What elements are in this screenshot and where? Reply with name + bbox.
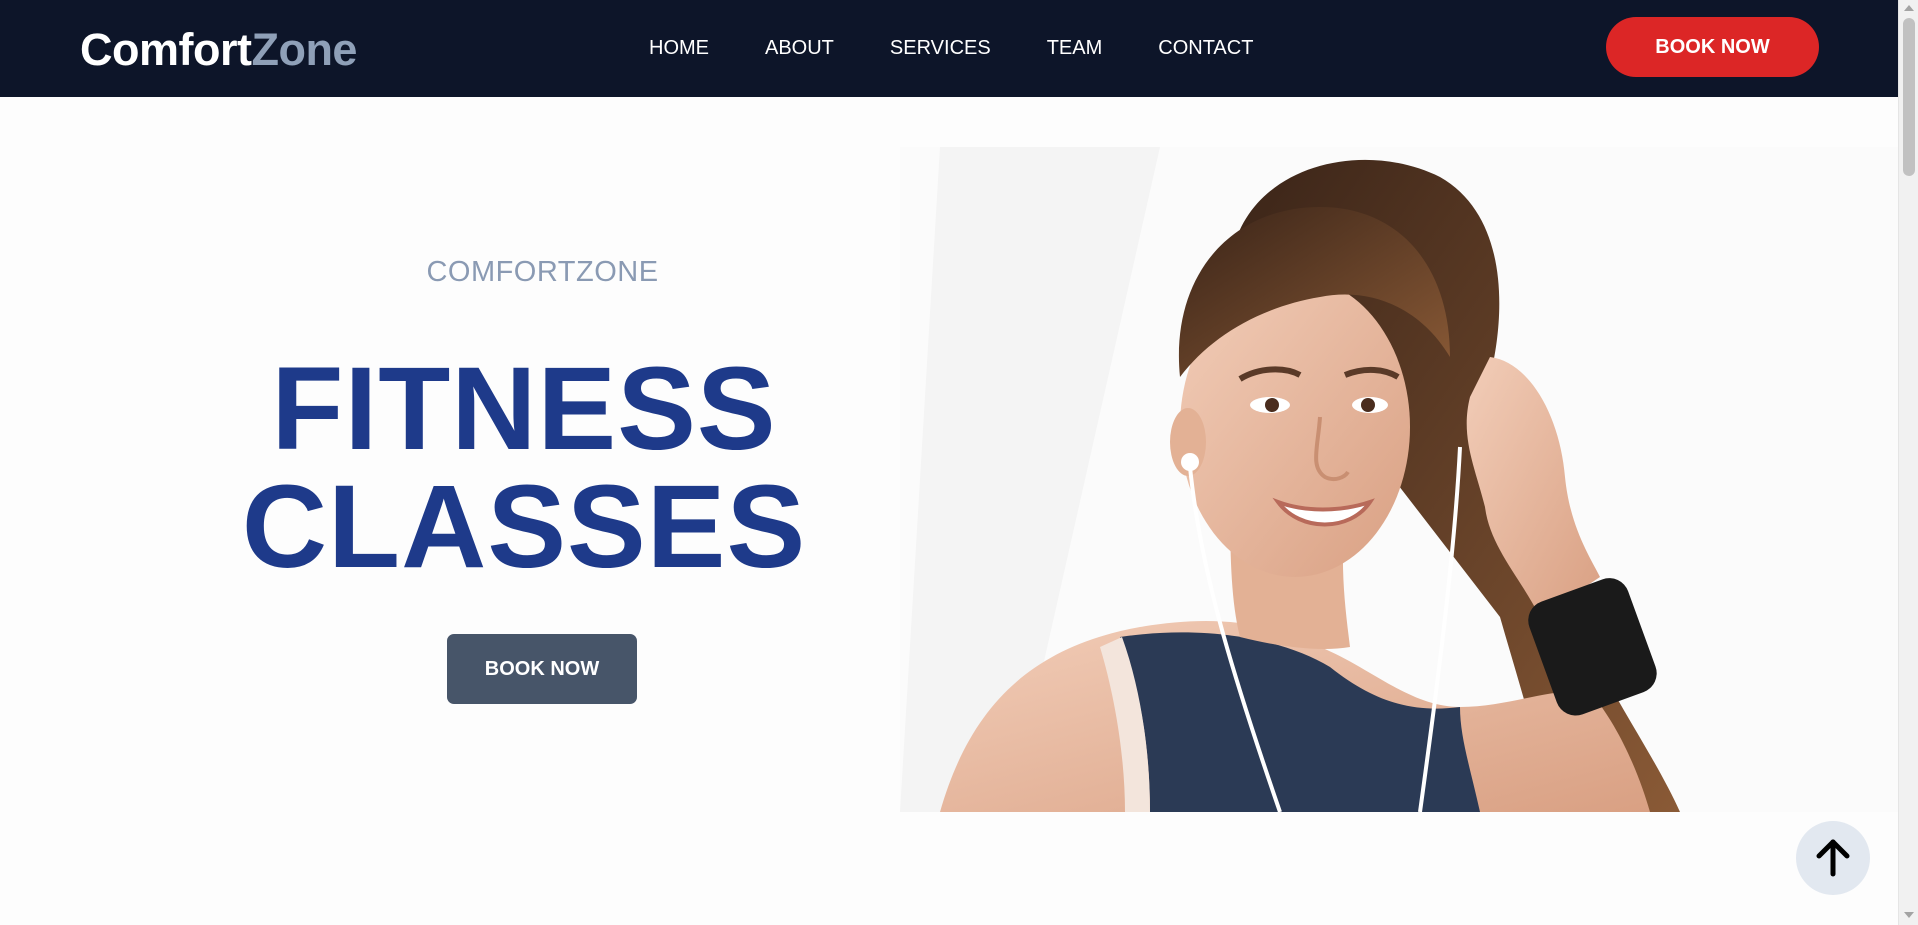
page-scrollbar[interactable]: [1898, 0, 1918, 925]
hero-title-line2: CLASSES: [241, 461, 807, 593]
nav-link-contact[interactable]: CONTACT: [1158, 36, 1253, 60]
hero-title-line1: FITNESS: [271, 343, 777, 475]
hero-title: FITNESS CLASSES: [0, 350, 1048, 586]
nav-link-home[interactable]: HOME: [649, 36, 709, 60]
hero-book-now-button[interactable]: BOOK NOW: [447, 634, 637, 704]
nav-link-team[interactable]: TEAM: [1047, 36, 1103, 60]
scrollbar-down-arrow-icon[interactable]: [1904, 912, 1914, 918]
hero-photo-illustration: [900, 147, 1898, 812]
nav-link-about[interactable]: ABOUT: [765, 36, 834, 60]
arrow-up-icon: [1816, 839, 1850, 877]
nav-links: HOME ABOUT SERVICES TEAM CONTACT: [649, 36, 1253, 60]
hero-photo: [900, 147, 1898, 812]
nav-link-services[interactable]: SERVICES: [890, 36, 991, 60]
navbar: ComfortZone HOME ABOUT SERVICES TEAM CON…: [0, 0, 1898, 97]
scroll-to-top-button[interactable]: [1796, 821, 1870, 895]
logo-part-comfort: Comfort: [80, 24, 252, 75]
page: ComfortZone HOME ABOUT SERVICES TEAM CON…: [0, 0, 1918, 925]
logo[interactable]: ComfortZone: [80, 22, 357, 78]
scrollbar-thumb[interactable]: [1903, 18, 1915, 176]
scrollbar-up-arrow-icon[interactable]: [1904, 5, 1914, 11]
nav-book-now-button[interactable]: BOOK NOW: [1606, 17, 1819, 77]
logo-part-zone: Zone: [251, 24, 357, 75]
